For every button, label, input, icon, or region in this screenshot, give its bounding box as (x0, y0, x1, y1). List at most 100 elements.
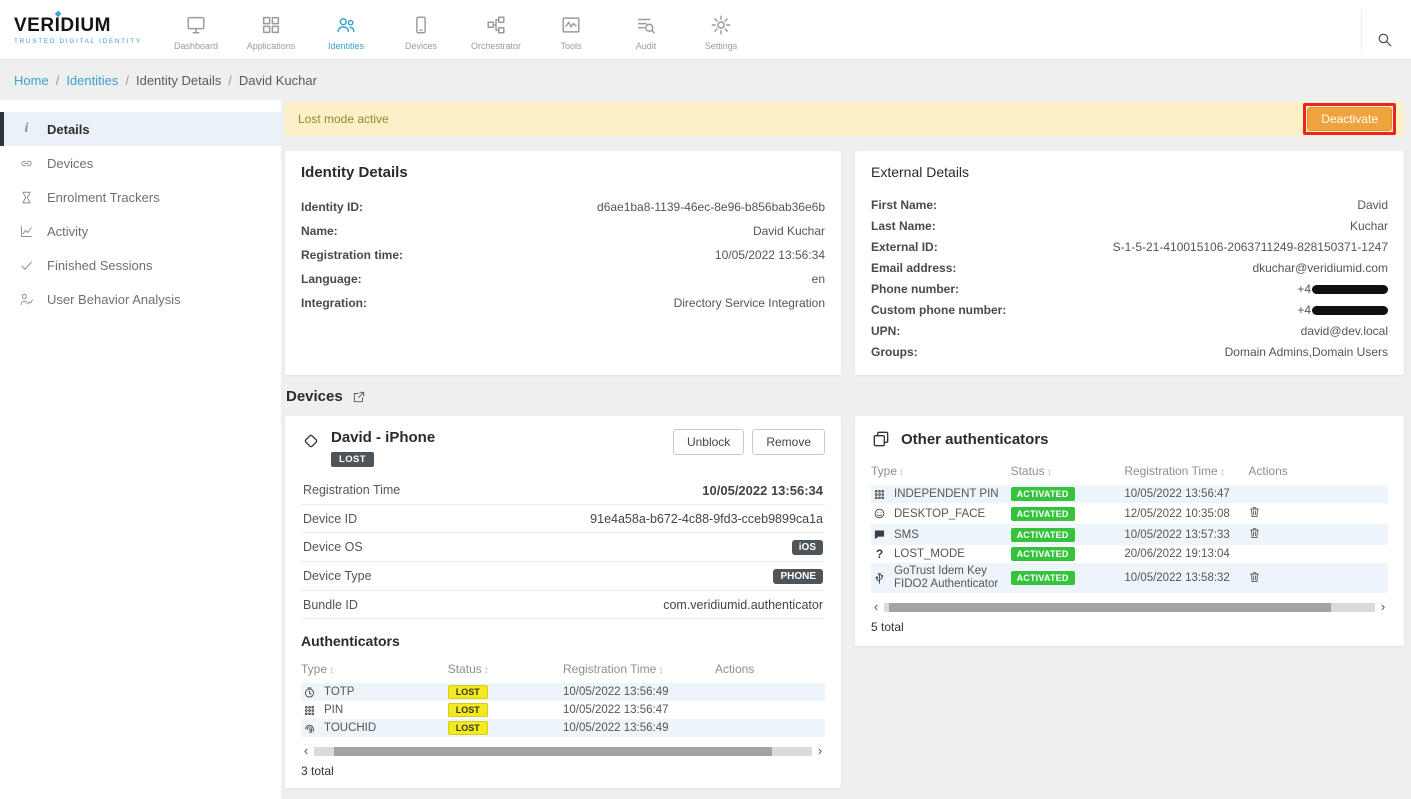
field-value: david@dev.local (1301, 324, 1388, 338)
audit-icon (635, 14, 657, 36)
col-header-type[interactable]: Type↕ (871, 460, 1011, 485)
table-row: ?LOST_MODE ACTIVATED 20/06/2022 19:13:04 (871, 545, 1388, 563)
nav-label: Settings (705, 41, 738, 51)
settings-icon (710, 14, 732, 36)
sort-icon: ↕ (658, 665, 663, 676)
field-value: +4 (1297, 282, 1388, 296)
field-value: 10/05/2022 13:56:34 (702, 483, 823, 498)
devices-icon (410, 14, 432, 36)
field-label: Device ID (303, 512, 357, 526)
logo-text: VERIDIUM◆ (14, 15, 111, 37)
scrollbar-thumb[interactable] (334, 747, 772, 756)
field-value: en (812, 272, 825, 286)
scrollbar-track[interactable] (884, 603, 1375, 612)
field-value: dkuchar@veridiumid.com (1252, 261, 1388, 275)
scroll-right-icon[interactable]: › (815, 746, 825, 756)
remove-button[interactable]: Remove (752, 429, 825, 455)
device-lost-badge: LOST (331, 452, 374, 467)
sidebar-item-user-behavior-analysis[interactable]: User Behavior Analysis (0, 282, 281, 316)
nav-item-audit[interactable]: Audit (614, 8, 678, 51)
scroll-right-icon[interactable]: › (1378, 602, 1388, 612)
nav-item-orchestrator[interactable]: Orchestrator (464, 8, 528, 51)
device-name: David - iPhone (331, 429, 435, 446)
status-badge: ACTIVATED (1011, 571, 1075, 585)
search-button[interactable] (1361, 10, 1407, 50)
nav-item-identities[interactable]: Identities (314, 8, 378, 51)
field-row-first-name: First Name: David (871, 194, 1388, 215)
activity-chart-icon (18, 224, 35, 239)
nav-label: Identities (328, 41, 364, 51)
device-card: David - iPhone LOST Unblock Remove Regis… (285, 416, 841, 788)
registration-time: 10/05/2022 13:57:33 (1124, 524, 1248, 545)
nav-item-applications[interactable]: Applications (239, 8, 303, 51)
scroll-left-icon[interactable]: ‹ (301, 746, 311, 756)
field-label: Registration time: (301, 248, 403, 262)
field-row-upn: UPN: david@dev.local (871, 320, 1388, 341)
field-label: UPN: (871, 324, 900, 338)
face-icon (873, 507, 886, 520)
totp-clock-icon (303, 686, 316, 699)
sidebar: i Details Devices Enrolment Trackers Act… (0, 100, 281, 799)
field-label: Name: (301, 224, 338, 238)
status-badge: ACTIVATED (1011, 507, 1075, 521)
delete-icon[interactable] (1248, 505, 1261, 519)
breadcrumb-home[interactable]: Home (14, 73, 49, 88)
horizontal-scrollbar[interactable]: ‹ › (301, 745, 825, 757)
sidebar-item-label: Enrolment Trackers (47, 190, 160, 205)
delete-icon[interactable] (1248, 570, 1261, 584)
check-icon (18, 258, 35, 273)
field-value: Kuchar (1350, 219, 1388, 233)
status-badge: LOST (448, 703, 488, 717)
nav-item-settings[interactable]: Settings (689, 8, 753, 51)
authenticator-type: TOTP (324, 686, 354, 698)
breadcrumb: Home / Identities / Identity Details / D… (0, 60, 1411, 100)
table-row: INDEPENDENT PIN ACTIVATED 10/05/2022 13:… (871, 485, 1388, 503)
col-header-status[interactable]: Status↕ (448, 658, 563, 683)
deactivate-button[interactable]: Deactivate (1307, 107, 1392, 131)
col-header-registration-time[interactable]: Registration Time↕ (563, 658, 715, 683)
sidebar-item-finished-sessions[interactable]: Finished Sessions (0, 248, 281, 282)
sidebar-item-devices[interactable]: Devices (0, 146, 281, 180)
sidebar-item-label: Devices (47, 156, 93, 171)
scroll-left-icon[interactable]: ‹ (871, 602, 881, 612)
breadcrumb-identities[interactable]: Identities (66, 73, 118, 88)
device-id-link[interactable]: 91e4a58a-b672-4c88-9fd3-cceb9899ca1a (590, 512, 823, 526)
veridium-logo[interactable]: VERIDIUM◆ TRUSTED DIGITAL IDENTITY (0, 15, 152, 45)
authenticators-title: Authenticators (301, 633, 825, 649)
click-highlight-box: Deactivate (1303, 103, 1396, 135)
sort-icon: ↕ (1047, 467, 1052, 478)
logo-tagline: TRUSTED DIGITAL IDENTITY (14, 38, 152, 45)
unblock-button[interactable]: Unblock (673, 429, 744, 455)
lost-mode-banner: Lost mode active Deactivate (285, 102, 1404, 136)
field-value: Domain Admins,Domain Users (1225, 345, 1388, 359)
field-label: External ID: (871, 240, 938, 254)
device-diamond-icon (301, 431, 321, 451)
device-field-bundle-id: Bundle ID com.veridiumid.authenticator (301, 591, 825, 619)
pin-keypad-icon (873, 488, 886, 501)
col-header-type[interactable]: Type↕ (301, 658, 448, 683)
sidebar-item-activity[interactable]: Activity (0, 214, 281, 248)
sidebar-item-label: Finished Sessions (47, 258, 153, 273)
authenticator-type: INDEPENDENT PIN (894, 488, 999, 500)
external-link-icon[interactable] (352, 390, 366, 404)
col-header-registration-time[interactable]: Registration Time↕ (1124, 460, 1248, 485)
nav-label: Orchestrator (471, 41, 521, 51)
fingerprint-icon (303, 722, 316, 735)
delete-icon[interactable] (1248, 526, 1261, 540)
sidebar-item-enrolment-trackers[interactable]: Enrolment Trackers (0, 180, 281, 214)
col-header-status[interactable]: Status↕ (1011, 460, 1125, 485)
sidebar-item-details[interactable]: i Details (0, 112, 281, 146)
lost-mode-message: Lost mode active (298, 112, 389, 126)
horizontal-scrollbar[interactable]: ‹ › (871, 601, 1388, 613)
table-row: PIN LOST 10/05/2022 13:56:47 (301, 701, 825, 719)
nav-item-tools[interactable]: Tools (539, 8, 603, 51)
nav-item-dashboard[interactable]: Dashboard (164, 8, 228, 51)
sort-icon: ↕ (329, 665, 334, 676)
scrollbar-thumb[interactable] (889, 603, 1331, 612)
nav-label: Tools (560, 41, 581, 51)
scrollbar-track[interactable] (314, 747, 812, 756)
sort-icon: ↕ (1220, 467, 1225, 478)
field-row-name: Name: David Kuchar (301, 219, 825, 243)
nav-item-devices[interactable]: Devices (389, 8, 453, 51)
status-badge: LOST (448, 721, 488, 735)
